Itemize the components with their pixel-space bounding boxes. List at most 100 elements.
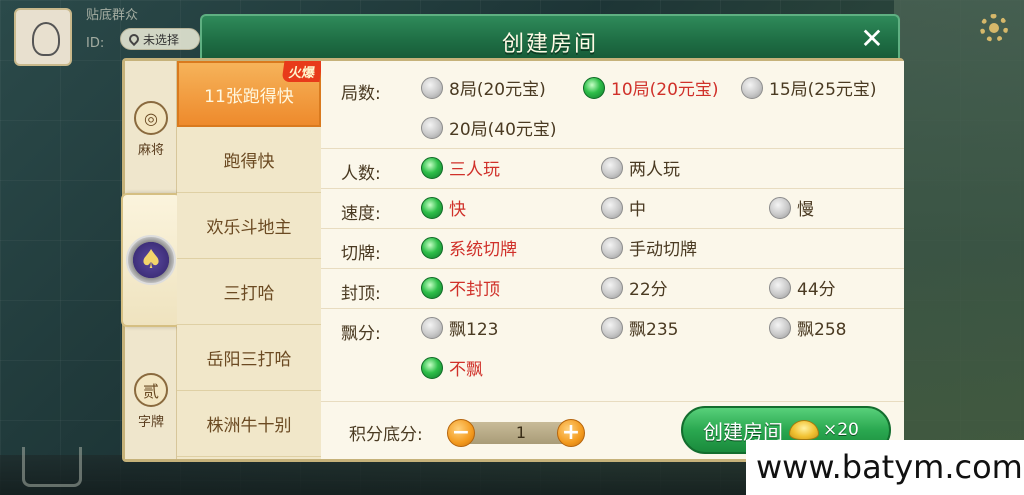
cap-option-none[interactable]: 不封顶 xyxy=(421,275,500,300)
option-label: 10局(20元宝) xyxy=(611,80,719,100)
option-label: 不封顶 xyxy=(449,280,500,300)
float-row: 飘分: 飘123 飘235 飘258 xyxy=(321,309,904,349)
plus-button[interactable]: + xyxy=(557,419,585,447)
players-row: 人数: 三人玩 两人玩 xyxy=(321,149,904,189)
players-option-3[interactable]: 三人玩 xyxy=(421,155,500,180)
zipai-icon: 贰 xyxy=(134,373,168,407)
game-label: 株洲牛十别 xyxy=(206,416,292,436)
game-label: 欢乐斗地主 xyxy=(206,218,292,238)
game-label: 11张跑得快 xyxy=(204,86,294,107)
option-label: 手动切牌 xyxy=(629,240,697,260)
rounds-option-10[interactable]: 10局(20元宝) xyxy=(583,75,719,100)
gold-ingot-icon xyxy=(789,420,819,440)
lobby-scenery xyxy=(894,0,1024,495)
rounds-label: 局数: xyxy=(341,84,381,104)
option-label: 44分 xyxy=(797,280,836,300)
speed-row: 速度: 快 中 慢 xyxy=(321,189,904,229)
category-mahjong[interactable]: ◎ 麻将 xyxy=(125,101,177,158)
radio-icon xyxy=(601,316,623,339)
cut-option-manual[interactable]: 手动切牌 xyxy=(601,235,697,260)
option-label: 系统切牌 xyxy=(449,240,517,260)
option-label: 中 xyxy=(629,200,646,220)
game-item-zz-nsb[interactable]: 株洲牛十别 xyxy=(177,391,321,457)
game-item-yy-sdh[interactable]: 岳阳三打哈 xyxy=(177,325,321,391)
radio-icon xyxy=(421,116,443,139)
create-room-dialog: 创建房间 ✕ ◎ 麻将 ♠ 贰 字牌 11张跑得快 火爆 跑得快 欢乐斗地主 三… xyxy=(120,14,904,468)
option-label: 22分 xyxy=(629,280,668,300)
option-label: 15局(25元宝) xyxy=(769,80,877,100)
float-option-235[interactable]: 飘235 xyxy=(601,315,678,340)
float-option-none[interactable]: 不飘 xyxy=(421,355,483,380)
radio-selected-icon xyxy=(421,156,443,179)
option-label: 两人玩 xyxy=(629,160,680,180)
game-item-ddz[interactable]: 欢乐斗地主 xyxy=(177,193,321,259)
category-label: 字牌 xyxy=(137,415,164,430)
speed-label: 速度: xyxy=(341,204,381,224)
cap-row: 封顶: 不封顶 22分 44分 xyxy=(321,269,904,309)
category-zipai[interactable]: 贰 字牌 xyxy=(125,373,177,430)
radio-selected-icon xyxy=(421,276,443,299)
rounds-option-8[interactable]: 8局(20元宝) xyxy=(421,75,546,100)
player-id: ID: xyxy=(86,36,105,51)
radio-icon xyxy=(769,196,791,219)
float-option-258[interactable]: 飘258 xyxy=(769,315,846,340)
cap-label: 封顶: xyxy=(341,284,381,304)
option-label: 飘123 xyxy=(449,320,499,340)
game-label: 跑得快 xyxy=(223,152,275,172)
cart-icon[interactable] xyxy=(22,447,82,487)
radio-selected-icon xyxy=(421,356,443,379)
cap-option-44[interactable]: 44分 xyxy=(769,275,836,300)
dialog-header: 创建房间 ✕ xyxy=(200,14,900,62)
option-label: 慢 xyxy=(797,200,814,220)
gear-icon[interactable] xyxy=(980,14,1008,42)
cut-label: 切牌: xyxy=(341,244,381,264)
options-panel: 局数: 8局(20元宝) 10局(20元宝) 15局(25元宝) 20局(40元… xyxy=(321,61,904,459)
speed-option-fast[interactable]: 快 xyxy=(421,195,466,220)
category-poker[interactable]: ♠ xyxy=(121,193,181,327)
dialog-body: ◎ 麻将 ♠ 贰 字牌 11张跑得快 火爆 跑得快 欢乐斗地主 三打哈 岳阳三打… xyxy=(121,58,904,462)
speed-option-medium[interactable]: 中 xyxy=(601,195,646,220)
float-label: 飘分: xyxy=(341,324,381,344)
speed-option-slow[interactable]: 慢 xyxy=(769,195,814,220)
option-label: 20局(40元宝) xyxy=(449,120,557,140)
game-label: 三打哈 xyxy=(223,284,275,304)
float-option-123[interactable]: 飘123 xyxy=(421,315,498,340)
radio-icon xyxy=(421,316,443,339)
rounds-row-2: 20局(40元宝) xyxy=(321,109,904,149)
option-label: 快 xyxy=(449,200,466,220)
avatar[interactable] xyxy=(14,8,72,66)
watermark: www.batym.com xyxy=(746,440,1024,495)
cut-row: 切牌: 系统切牌 手动切牌 xyxy=(321,229,904,269)
rounds-option-15[interactable]: 15局(25元宝) xyxy=(741,75,877,100)
score-label: 积分底分: xyxy=(349,425,423,445)
players-option-2[interactable]: 两人玩 xyxy=(601,155,680,180)
create-room-cost: ×20 xyxy=(823,420,859,440)
minus-button[interactable]: − xyxy=(447,419,475,447)
radio-selected-icon xyxy=(421,236,443,259)
cap-option-22[interactable]: 22分 xyxy=(601,275,668,300)
radio-selected-icon xyxy=(421,196,443,219)
game-label: 岳阳三打哈 xyxy=(206,350,292,370)
radio-icon xyxy=(769,276,791,299)
category-label: 麻将 xyxy=(137,143,164,158)
radio-selected-icon xyxy=(583,76,605,99)
hot-badge: 火爆 xyxy=(281,61,323,82)
game-item-11-pdk[interactable]: 11张跑得快 火爆 xyxy=(177,61,323,127)
game-item-pdk[interactable]: 跑得快 xyxy=(177,127,321,193)
spade-chip-icon: ♠ xyxy=(126,235,176,285)
rounds-row: 局数: 8局(20元宝) 10局(20元宝) 15局(25元宝) xyxy=(321,69,904,109)
option-label: 飘235 xyxy=(629,320,679,340)
players-label: 人数: xyxy=(341,164,381,184)
cut-option-system[interactable]: 系统切牌 xyxy=(421,235,517,260)
radio-icon xyxy=(769,316,791,339)
category-strip: ◎ 麻将 ♠ 贰 字牌 xyxy=(121,61,181,459)
radio-icon xyxy=(741,76,763,99)
mahjong-icon: ◎ xyxy=(134,101,168,135)
rounds-option-20[interactable]: 20局(40元宝) xyxy=(421,115,557,140)
radio-icon xyxy=(601,196,623,219)
close-button[interactable]: ✕ xyxy=(856,24,888,56)
game-list: 11张跑得快 火爆 跑得快 欢乐斗地主 三打哈 岳阳三打哈 株洲牛十别 xyxy=(177,61,323,459)
option-label: 三人玩 xyxy=(449,160,500,180)
game-item-sdh[interactable]: 三打哈 xyxy=(177,259,321,325)
radio-icon xyxy=(421,76,443,99)
